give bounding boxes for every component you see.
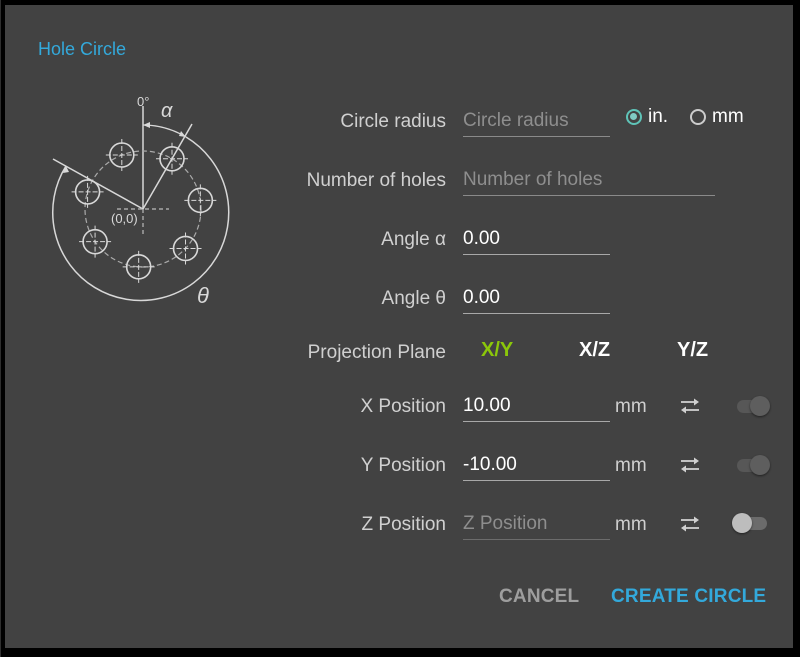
number-of-holes-placeholder: Number of holes <box>463 169 603 190</box>
z-position-label: Z Position <box>361 514 446 535</box>
circle-radius-input[interactable]: Circle radius <box>463 106 610 137</box>
y-position-input[interactable]: -10.00 <box>463 450 610 481</box>
unit-radio-mm-label: mm <box>712 106 744 127</box>
unit-radio-in-label: in. <box>648 106 669 127</box>
z-position-unit: mm <box>615 514 647 535</box>
plane-option-yz[interactable]: Y/Z <box>677 339 708 362</box>
swap-arrows-icon[interactable] <box>679 456 701 474</box>
angle-theta-input[interactable]: 0.00 <box>463 283 610 314</box>
z-position-input[interactable]: Z Position <box>463 509 610 540</box>
background-line <box>0 0 1 657</box>
create-circle-button[interactable]: CREATE CIRCLE <box>611 586 766 608</box>
unit-radio-in[interactable]: in. <box>626 106 668 128</box>
angle-alpha-label: Angle α <box>381 229 446 250</box>
circle-radius-placeholder: Circle radius <box>463 110 569 131</box>
y-position-unit: mm <box>615 455 647 476</box>
z-position-placeholder: Z Position <box>463 513 548 534</box>
swap-arrows-icon[interactable] <box>679 397 701 415</box>
hole-circle-dialog: Hole Circle <box>5 5 793 648</box>
circle-radius-label: Circle radius <box>340 111 446 132</box>
x-position-toggle[interactable] <box>734 396 770 416</box>
angle-theta-value: 0.00 <box>463 287 500 308</box>
number-of-holes-input[interactable]: Number of holes <box>463 165 715 196</box>
plane-option-xz[interactable]: X/Z <box>579 339 610 362</box>
radio-unselected-icon <box>690 109 706 125</box>
y-position-value: -10.00 <box>463 454 517 475</box>
x-position-value: 10.00 <box>463 395 511 416</box>
z-position-toggle[interactable] <box>732 513 770 533</box>
swap-arrows-icon[interactable] <box>679 515 701 533</box>
dialog-title: Hole Circle <box>38 39 127 59</box>
x-position-input[interactable]: 10.00 <box>463 391 610 422</box>
cancel-button[interactable]: CANCEL <box>499 586 579 608</box>
number-of-holes-label: Number of holes <box>306 170 446 191</box>
plane-option-xy[interactable]: X/Y <box>481 339 513 362</box>
unit-radio-mm[interactable]: mm <box>690 106 744 128</box>
projection-plane-label: Projection Plane <box>307 342 446 363</box>
y-position-label: Y Position <box>360 455 446 476</box>
angle-alpha-value: 0.00 <box>463 228 500 249</box>
radio-selected-icon <box>626 109 642 125</box>
angle-alpha-input[interactable]: 0.00 <box>463 224 610 255</box>
x-position-label: X Position <box>360 396 446 417</box>
y-position-toggle[interactable] <box>734 455 770 475</box>
angle-theta-label: Angle θ <box>381 288 446 309</box>
x-position-unit: mm <box>615 396 647 417</box>
